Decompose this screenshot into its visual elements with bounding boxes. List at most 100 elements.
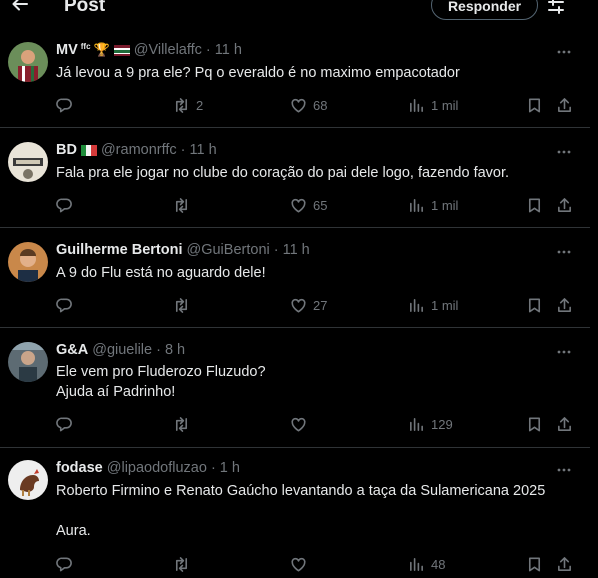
views-icon	[410, 99, 423, 112]
views-icon	[410, 199, 423, 212]
tweet-actions: 2 68 1 mil	[56, 97, 576, 117]
italy-flag-icon	[80, 144, 97, 156]
separator-dot: ·	[180, 142, 186, 158]
separator-dot: ·	[156, 342, 161, 358]
avatar[interactable]	[8, 460, 48, 500]
share-icon	[558, 298, 571, 312]
name-suffix: ffc	[80, 41, 91, 51]
bookmark-icon	[528, 198, 541, 213]
trophy-icon: 🏆	[93, 42, 110, 57]
tweet[interactable]: Guilherme Bertoni @GuiBertoni · 11 h A 9…	[0, 228, 590, 328]
like-count: 27	[313, 298, 328, 313]
more-icon[interactable]	[556, 144, 572, 160]
share-action[interactable]	[556, 197, 573, 214]
bookmark-icon	[528, 98, 541, 113]
bookmark-action[interactable]	[526, 297, 543, 314]
author-name[interactable]: Guilherme Bertoni	[56, 242, 183, 258]
views-action[interactable]: 1 mil	[408, 297, 458, 314]
timestamp[interactable]: 11 h	[283, 242, 310, 258]
timestamp[interactable]: 11 h	[190, 142, 217, 158]
author-name[interactable]: BD	[56, 142, 77, 158]
author-handle[interactable]: @giuelile	[92, 342, 152, 358]
more-icon[interactable]	[556, 244, 572, 260]
tweet-actions: 129	[56, 416, 576, 436]
views-action[interactable]: 1 mil	[408, 197, 458, 214]
reply-icon	[56, 198, 72, 213]
bookmark-icon	[528, 417, 541, 432]
bookmark-action[interactable]	[526, 97, 543, 114]
retweet-icon	[175, 98, 188, 113]
like-count: 65	[313, 198, 328, 213]
like-action[interactable]: 27	[290, 297, 327, 314]
author-handle[interactable]: @GuiBertoni	[187, 242, 270, 258]
author-name[interactable]: fodase	[56, 460, 103, 476]
bookmark-icon	[528, 298, 541, 313]
bookmark-action[interactable]	[526, 416, 543, 433]
tweet-actions: 27 1 mil	[56, 297, 576, 317]
share-action[interactable]	[556, 97, 573, 114]
like-icon	[291, 298, 306, 313]
reply-action[interactable]	[56, 97, 73, 114]
separator-dot: ·	[210, 460, 216, 476]
author-handle[interactable]: @Villelaffc	[134, 42, 202, 58]
views-action[interactable]: 129	[408, 416, 453, 433]
views-action[interactable]: 1 mil	[408, 97, 458, 114]
reply-icon	[56, 298, 72, 313]
like-action[interactable]	[290, 416, 313, 433]
reply-action[interactable]	[56, 197, 73, 214]
page-title: Post	[64, 0, 106, 16]
retweet-action[interactable]	[173, 197, 196, 214]
reply-button[interactable]: Responder	[431, 0, 538, 20]
settings-icon[interactable]	[546, 0, 566, 16]
separator-dot: ·	[205, 42, 211, 58]
tweet[interactable]: BD @ramonrffc · 11 h Fala pra ele jogar …	[0, 128, 590, 228]
tweet[interactable]: MV ffc 🏆 @Villelaffc · 11 h Já levou a 9…	[0, 28, 590, 128]
avatar[interactable]	[8, 242, 48, 282]
reply-action[interactable]	[56, 297, 73, 314]
retweet-action[interactable]	[173, 416, 196, 433]
retweet-icon	[175, 198, 188, 213]
retweet-icon	[175, 417, 188, 432]
timestamp[interactable]: 1 h	[220, 460, 240, 476]
share-action[interactable]	[556, 297, 573, 314]
avatar[interactable]	[8, 142, 48, 182]
back-arrow-icon[interactable]	[10, 0, 30, 14]
share-action[interactable]	[556, 416, 573, 433]
more-icon[interactable]	[556, 462, 572, 478]
retweet-action[interactable]	[173, 297, 196, 314]
tweet-actions: 65 1 mil	[56, 197, 576, 217]
bookmark-action[interactable]	[526, 197, 543, 214]
like-action[interactable]: 68	[290, 97, 327, 114]
tweet[interactable]: fodase @lipaodofluzao · 1 h Roberto Firm…	[0, 448, 590, 578]
like-icon	[291, 198, 306, 213]
timestamp[interactable]: 11 h	[215, 42, 242, 58]
view-count: 129	[431, 417, 453, 432]
replies-feed: MV ffc 🏆 @Villelaffc · 11 h Já levou a 9…	[0, 28, 590, 578]
view-count: 1 mil	[431, 298, 459, 313]
retweet-action[interactable]: 2	[173, 97, 203, 114]
like-icon	[291, 417, 306, 432]
author-name[interactable]: G&A	[56, 342, 88, 358]
tweet-actions: 48	[56, 556, 576, 576]
tweet-text: Roberto Firmino e Renato Gaúcho levantan…	[56, 483, 546, 539]
author-handle[interactable]: @ramonrffc	[101, 142, 177, 158]
more-icon[interactable]	[556, 344, 572, 360]
view-count: 1 mil	[431, 198, 459, 213]
views-icon	[410, 418, 423, 431]
author-handle[interactable]: @lipaodofluzao	[107, 460, 207, 476]
avatar[interactable]	[8, 342, 48, 382]
reply-action[interactable]	[56, 416, 73, 433]
tweet[interactable]: G&A @giuelile · 8 h Ele vem pro Fluderoz…	[0, 328, 590, 448]
author-name[interactable]: MV	[56, 42, 78, 58]
tweet-text: Já levou a 9 pra ele? Pq o everaldo é no…	[56, 65, 460, 81]
tweet-text: A 9 do Flu está no aguardo dele!	[56, 265, 266, 281]
timestamp[interactable]: 8 h	[165, 342, 185, 358]
reply-icon	[56, 98, 72, 113]
tweet-text: Ele vem pro Fluderozo Fluzudo? Ajuda aí …	[56, 364, 266, 400]
fluminense-flag-icon	[113, 44, 130, 56]
avatar[interactable]	[8, 42, 48, 82]
like-action[interactable]: 65	[290, 197, 327, 214]
like-icon	[291, 98, 306, 113]
separator-dot: ·	[273, 242, 279, 258]
more-icon[interactable]	[556, 44, 572, 60]
